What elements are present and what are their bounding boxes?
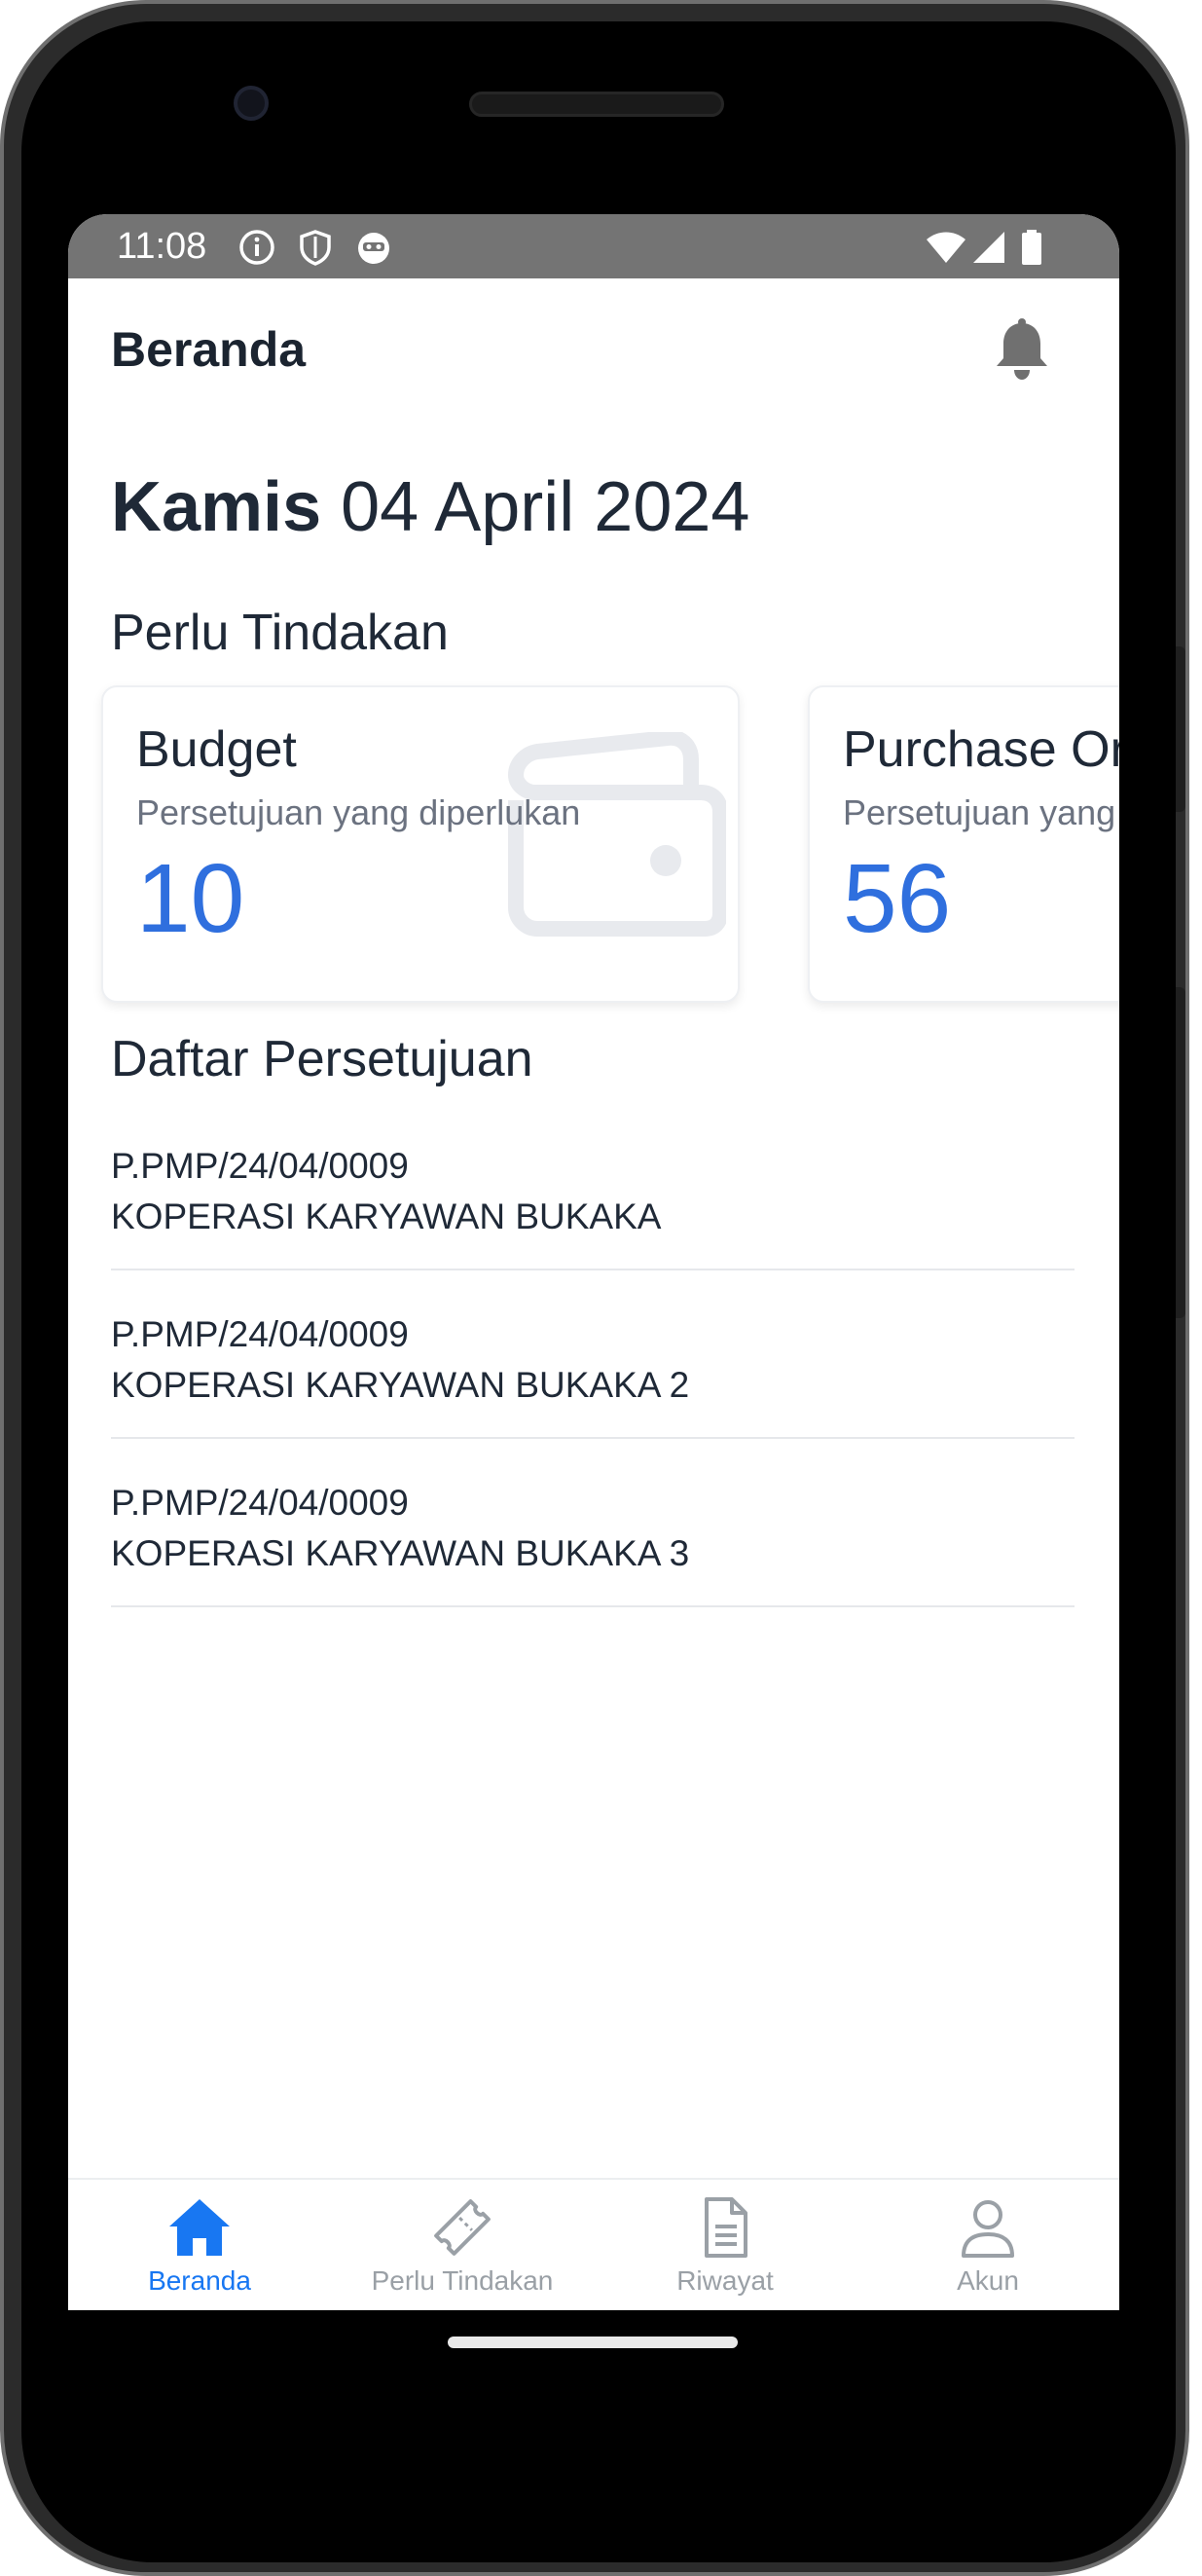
ticket-icon xyxy=(434,2199,491,2256)
list-item-code: P.PMP/24/04/0009 xyxy=(111,1146,409,1186)
approval-section-title: Daftar Persetujuan xyxy=(111,1031,533,1087)
list-item-name: KOPERASI KARYAWAN BUKAKA 2 xyxy=(111,1365,690,1405)
date-text: 04 April 2024 xyxy=(341,468,750,546)
list-item[interactable]: P.PMP/24/04/0009 KOPERASI KARYAWAN BUKAK… xyxy=(111,1102,1075,1270)
list-item[interactable]: P.PMP/24/04/0009 KOPERASI KARYAWAN BUKAK… xyxy=(111,1439,1075,1607)
nav-label: Perlu Tindakan xyxy=(371,2265,554,2296)
card-count: 10 xyxy=(136,844,245,953)
nav-item-riwayat[interactable]: Riwayat xyxy=(594,2193,856,2310)
signal-icon xyxy=(973,232,1004,263)
nav-label: Beranda xyxy=(148,2265,251,2296)
list-item-code: P.PMP/24/04/0009 xyxy=(111,1483,409,1523)
nav-label: Akun xyxy=(957,2265,1019,2296)
current-date: Kamis 04 April 2024 xyxy=(111,467,749,547)
list-item-code: P.PMP/24/04/0009 xyxy=(111,1314,409,1354)
list-item-name: KOPERASI KARYAWAN BUKAKA 3 xyxy=(111,1533,690,1573)
nav-item-akun[interactable]: Akun xyxy=(856,2193,1119,2310)
date-day: Kamis xyxy=(111,468,322,546)
bell-icon[interactable] xyxy=(991,317,1053,384)
card-subtitle: Persetujuan yang diperlukan xyxy=(843,792,1119,832)
card-title: Budget xyxy=(136,721,297,778)
nav-label: Riwayat xyxy=(676,2265,774,2296)
status-bar: 11:08 xyxy=(68,214,1119,278)
document-icon xyxy=(705,2197,747,2258)
budget-card[interactable]: Budget Persetujuan yang diperlukan 10 xyxy=(101,685,740,1003)
list-item-name: KOPERASI KARYAWAN BUKAKA xyxy=(111,1196,662,1236)
card-count: 56 xyxy=(843,844,952,953)
purchase-order-card[interactable]: Purchase Order Persetujuan yang diperluk… xyxy=(808,685,1119,1003)
home-indicator[interactable] xyxy=(448,2337,738,2348)
bottom-nav: Beranda Perlu Tindakan Riwayat Akun xyxy=(68,2178,1119,2310)
nav-item-perlu-tindakan[interactable]: Perlu Tindakan xyxy=(331,2193,594,2310)
earpiece-speaker xyxy=(469,92,724,117)
app-header: Beranda xyxy=(68,278,1119,434)
list-item[interactable]: P.PMP/24/04/0009 KOPERASI KARYAWAN BUKAK… xyxy=(111,1270,1075,1439)
card-subtitle: Persetujuan yang diperlukan xyxy=(136,792,581,832)
wallet-icon xyxy=(508,732,726,937)
action-section-title: Perlu Tindakan xyxy=(111,605,449,661)
app-screen: 11:08 Beranda Kamis 04 April 2024 Perlu … xyxy=(68,214,1119,2310)
wifi-icon xyxy=(927,232,965,263)
info-icon xyxy=(239,230,274,265)
front-camera xyxy=(234,86,269,121)
status-time: 11:08 xyxy=(117,226,207,267)
card-title: Purchase Order xyxy=(843,721,1119,778)
approval-list: P.PMP/24/04/0009 KOPERASI KARYAWAN BUKAK… xyxy=(111,1102,1075,1607)
nav-item-beranda[interactable]: Beranda xyxy=(68,2193,331,2310)
face-icon xyxy=(358,233,389,264)
home-icon xyxy=(169,2199,230,2256)
page-title: Beranda xyxy=(111,322,307,377)
shield-icon xyxy=(300,230,331,266)
battery-icon xyxy=(1022,230,1041,265)
user-icon xyxy=(962,2200,1014,2258)
